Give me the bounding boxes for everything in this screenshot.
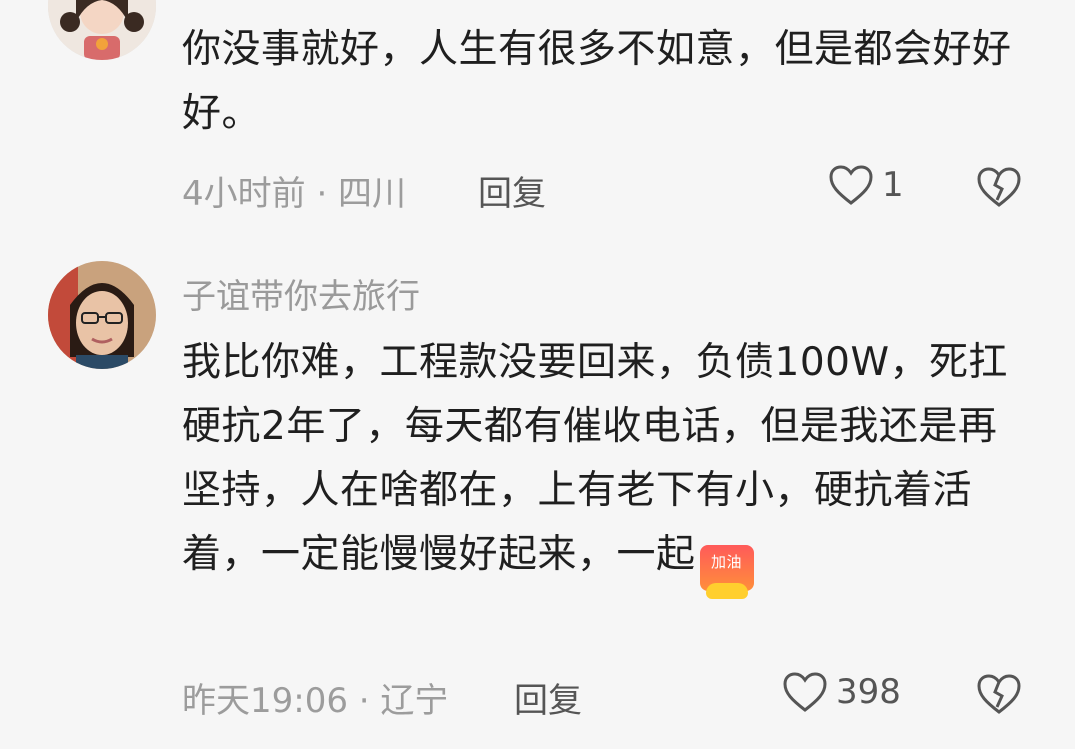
reply-button[interactable]: 回复 — [514, 673, 582, 722]
comment-username[interactable]: 子谊带你去旅行 — [182, 269, 420, 318]
broken-heart-icon — [977, 674, 1021, 714]
comment-item: 你没事就好，人生有很多不如意，但是都会好好好。 4小时前 · 四川 回复 1 — [0, 0, 1075, 230]
like-count: 1 — [882, 165, 904, 205]
comment-time-location: 4小时前 · 四川 — [182, 174, 407, 214]
like-button[interactable]: 398 — [782, 671, 901, 713]
dislike-button[interactable] — [976, 166, 1022, 212]
dislike-button[interactable] — [976, 673, 1022, 719]
heart-icon — [829, 165, 873, 205]
heart-icon — [783, 672, 827, 712]
comment-time-location: 昨天19:06 · 辽宁 — [182, 681, 449, 721]
avatar[interactable] — [48, 0, 156, 60]
comment-text-content: 我比你难，工程款没要回来，负债100W，死扛硬抗2年了，每天都有催收电话，但是我… — [182, 340, 1009, 577]
comment-text: 你没事就好，人生有很多不如意，但是都会好好好。 — [182, 27, 1012, 136]
comment-item: 子谊带你去旅行 我比你难，工程款没要回来，负债100W，死扛硬抗2年了，每天都有… — [0, 255, 1075, 749]
comment-text: 我比你难，工程款没要回来，负债100W，死扛硬抗2年了，每天都有催收电话，但是我… — [182, 331, 1032, 599]
avatar[interactable] — [48, 261, 156, 369]
jiayou-emoji-icon: 加油 — [699, 545, 754, 599]
avatar-woman-glasses-icon — [48, 261, 156, 369]
like-button[interactable]: 1 — [828, 164, 904, 206]
like-count: 398 — [836, 672, 901, 712]
reply-button[interactable]: 回复 — [478, 166, 546, 215]
broken-heart-icon — [977, 167, 1021, 207]
avatar-girl-cartoon-icon — [48, 0, 156, 60]
